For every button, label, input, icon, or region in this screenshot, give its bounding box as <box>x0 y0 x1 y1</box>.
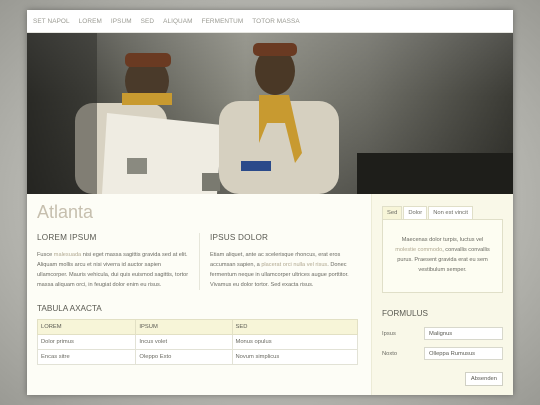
form-actions: Absenden <box>382 367 503 386</box>
newspaper-photo-2 <box>202 173 220 191</box>
inline-link[interactable]: placerat orci nulla vel risus <box>261 262 327 268</box>
hero-photo-figures <box>27 33 513 194</box>
inline-link[interactable]: molestie commodo <box>395 247 442 253</box>
nav-item-lorem[interactable]: LOREM <box>79 18 102 25</box>
nav-item-aliquam[interactable]: ALIQUAM <box>163 18 192 25</box>
left-man-collar <box>122 93 172 105</box>
data-table: LOREM IPSUM SED Dolor primus Incus volet… <box>36 319 358 365</box>
newspaper-photo <box>127 158 147 174</box>
tab-dolor[interactable]: Dolor <box>403 206 428 219</box>
article-text: Fusce malesuada nisi eget massa sagittis… <box>37 250 189 290</box>
field-label: Noxto <box>382 350 398 357</box>
site-title: Atlanta <box>37 202 94 222</box>
article-heading: LOREM IPSUM <box>37 233 97 242</box>
right-man-item <box>241 161 271 171</box>
sidebar: Sed Dolor Non est vincit Maecenas dolor … <box>371 194 513 395</box>
table-cell: Oleppo Exto <box>135 349 233 365</box>
tab-panel: Maecenas dolor turpis, luctus vel molest… <box>382 219 503 293</box>
nav-item-sed[interactable]: SED <box>141 18 154 25</box>
text-part: Maecenas dolor turpis, luctus vel <box>401 237 484 243</box>
noxto-field[interactable] <box>424 347 503 360</box>
table-cell: Encas sitre <box>36 349 137 365</box>
form-row-noxto: Noxto <box>382 347 503 360</box>
tab-sed[interactable]: Sed <box>382 206 403 219</box>
table-cell: Incus volet <box>135 334 233 350</box>
nav-item-fermentum[interactable]: FERMENTUM <box>202 18 244 25</box>
ipsus-field[interactable] <box>424 327 503 340</box>
table-header-row: LOREM IPSUM SED <box>36 319 358 335</box>
article-heading: IPSUS DOLOR <box>210 233 269 242</box>
nav-item-totor-massa[interactable]: TOTOR MASSA <box>252 18 299 25</box>
table-cell: Monus opulus <box>231 334 358 350</box>
table-header-cell: IPSUM <box>135 319 233 335</box>
bench <box>357 153 513 194</box>
hero-left-shadow <box>27 33 97 194</box>
top-nav: SET NAPOL LOREM IPSUM SED ALIQUAM FERMEN… <box>27 10 513 33</box>
submit-button[interactable]: Absenden <box>464 372 503 386</box>
table-header-cell: LOREM <box>36 319 137 335</box>
article-text: Etiam aliquet, ante ac scelerisque rhonc… <box>210 250 361 290</box>
left-man-hat <box>125 53 171 67</box>
article-ipsus-dolor: IPSUS DOLOR Etiam aliquet, ante ac scele… <box>199 233 361 290</box>
article-columns: LOREM IPSUM Fusce malesuada nisi eget ma… <box>37 233 361 290</box>
table-cell: Dolor primus <box>36 334 137 350</box>
inline-link[interactable]: malesuada <box>54 252 81 258</box>
form-title: FORMULUS <box>382 309 428 318</box>
nav-item-ipsum[interactable]: IPSUM <box>111 18 132 25</box>
form-row-ipsus: Ipsus <box>382 327 503 340</box>
hero-photo <box>27 33 513 194</box>
nav-item-set-napol[interactable]: SET NAPOL <box>33 18 70 25</box>
table-cell: Novum simplicus <box>231 349 358 365</box>
tab-non-est-vincit[interactable]: Non est vincit <box>428 206 473 219</box>
page-container: SET NAPOL LOREM IPSUM SED ALIQUAM FERMEN… <box>27 10 513 395</box>
table-title: TABULA AXACTA <box>37 304 102 313</box>
field-label: Ipsus <box>382 330 396 337</box>
table-row: Encas sitre Oleppo Exto Novum simplicus <box>36 349 358 365</box>
article-lorem-ipsum: LOREM IPSUM Fusce malesuada nisi eget ma… <box>37 233 199 290</box>
main-column: Atlanta LOREM IPSUM Fusce malesuada nisi… <box>27 194 371 395</box>
right-man-hat <box>253 43 297 56</box>
text-part: Fusce <box>37 252 54 258</box>
table-row: Dolor primus Incus volet Monus opulus <box>36 334 358 350</box>
content-area: Atlanta LOREM IPSUM Fusce malesuada nisi… <box>27 194 513 395</box>
sidebar-tabs: Sed Dolor Non est vincit <box>382 206 503 219</box>
tab-panel-text: Maecenas dolor turpis, luctus vel molest… <box>391 235 494 275</box>
table-header-cell: SED <box>231 319 358 335</box>
